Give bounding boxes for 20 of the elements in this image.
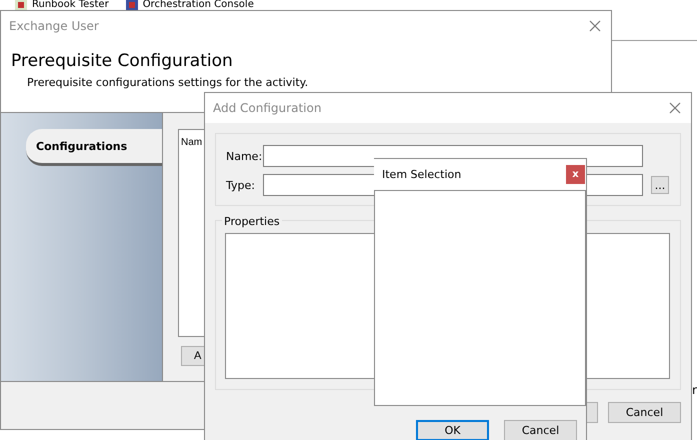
- window-title: Exchange User: [9, 19, 99, 33]
- app-icon: [124, 0, 139, 11]
- group-label: Properties: [222, 215, 282, 228]
- column-header: Nam: [181, 137, 202, 148]
- close-button[interactable]: x: [566, 165, 585, 184]
- browse-button[interactable]: ...: [651, 176, 669, 194]
- field-label: Name:: [226, 150, 263, 162]
- cancel-button[interactable]: Cancel: [608, 402, 681, 423]
- close-icon[interactable]: [589, 20, 601, 32]
- dialog-heading: Prerequisite Configuration: [11, 51, 234, 71]
- window-text: r: [692, 383, 697, 397]
- side-tab[interactable]: Configurations: [26, 129, 162, 166]
- window-title: Add Configuration: [213, 101, 322, 115]
- dialog-subtitle: Prerequisite configurations settings for the activity.: [26, 76, 310, 89]
- app-icon: [14, 0, 28, 11]
- close-icon[interactable]: [669, 102, 681, 114]
- window-title: Item Selection: [382, 168, 462, 181]
- field-label: Type:: [226, 178, 256, 192]
- cancel-button[interactable]: Cancel: [504, 420, 577, 440]
- ok-button[interactable]: OK: [416, 420, 489, 440]
